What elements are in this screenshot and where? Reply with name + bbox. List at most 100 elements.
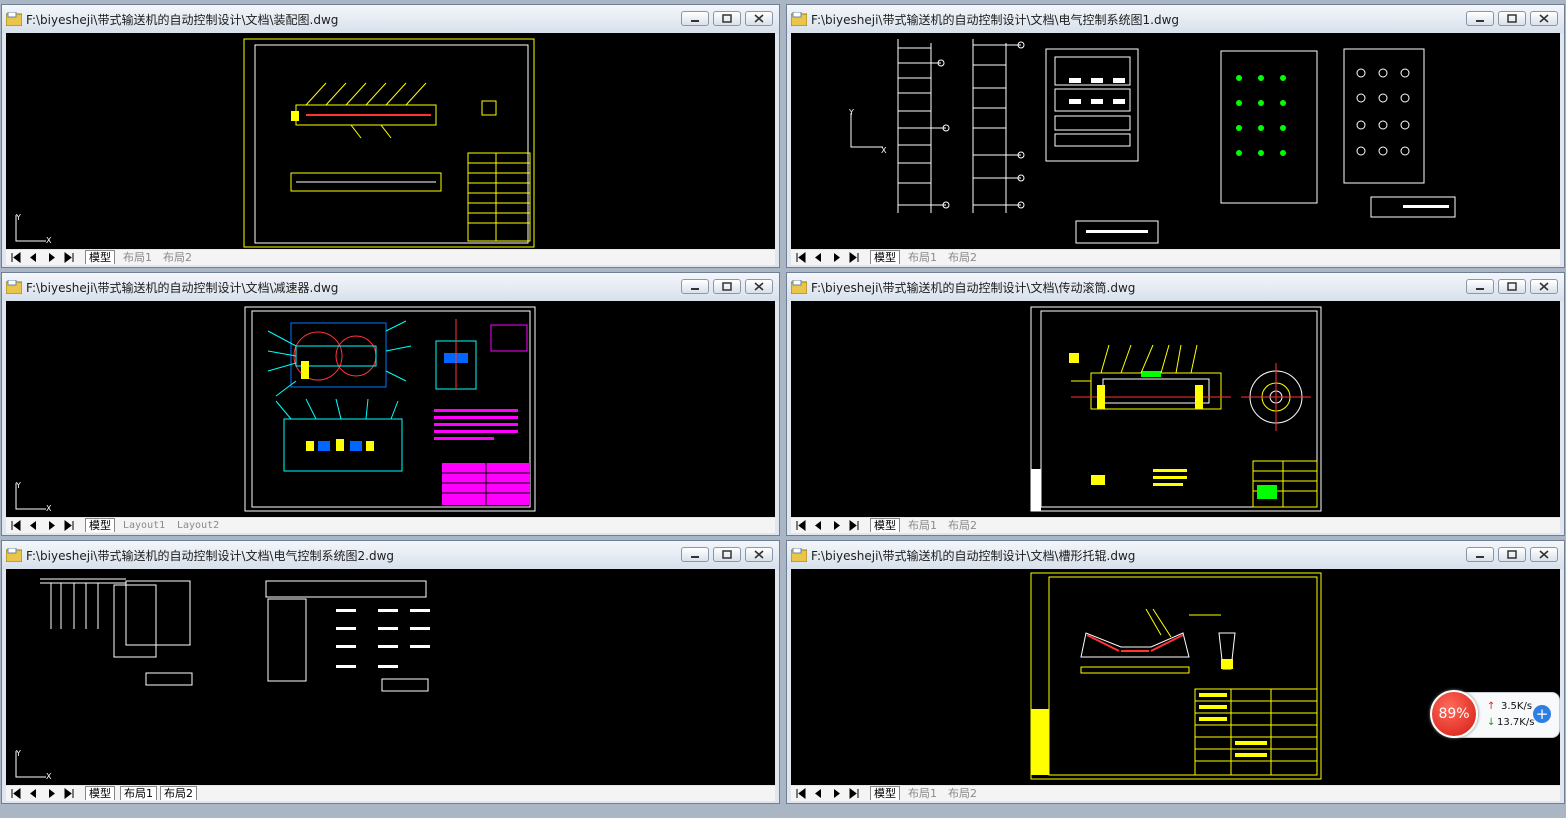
layout-tab-bar: 模型 布局1 布局2	[791, 518, 1560, 533]
drawing-canvas[interactable]	[791, 569, 1560, 785]
close-icon	[754, 550, 764, 559]
ucs-y-label: Y	[15, 749, 21, 758]
first-tab-icon[interactable]	[8, 519, 23, 532]
close-icon	[754, 282, 764, 291]
drawing-window-electrical-2[interactable]: F:\biyesheji\带式输送机的自动控制设计\文档\电气控制系统图2.dw…	[1, 540, 780, 804]
window-titlebar[interactable]: F:\biyesheji\带式输送机的自动控制设计\文档\电气控制系统图2.dw…	[2, 541, 779, 569]
window-titlebar[interactable]: F:\biyesheji\带式输送机的自动控制设计\文档\装配图.dwg	[2, 5, 779, 33]
tab-layout1[interactable]: Layout1	[120, 519, 168, 532]
minimize-button[interactable]	[681, 11, 709, 26]
window-title: F:\biyesheji\带式输送机的自动控制设计\文档\电气控制系统图1.dw…	[811, 13, 1180, 27]
ucs-icon: YX	[15, 213, 52, 245]
minimize-button[interactable]	[1466, 279, 1494, 294]
tab-layout2[interactable]: 布局2	[945, 519, 980, 532]
window-titlebar[interactable]: F:\biyesheji\带式输送机的自动控制设计\文档\传动滚筒.dwg	[787, 273, 1564, 301]
first-tab-icon[interactable]	[8, 787, 23, 800]
first-tab-icon[interactable]	[793, 787, 808, 800]
restore-button[interactable]	[713, 547, 741, 562]
drawing-window-assembly[interactable]: F:\biyesheji\带式输送机的自动控制设计\文档\装配图.dwg YX …	[1, 4, 780, 268]
drawing-sheet	[1030, 306, 1322, 512]
tab-layout2[interactable]: 布局2	[160, 251, 195, 264]
upload-speed: 3.5K/s	[1501, 701, 1533, 712]
next-tab-icon[interactable]	[44, 519, 59, 532]
tab-layout1[interactable]: 布局1	[120, 786, 157, 800]
prev-tab-icon[interactable]	[811, 519, 826, 532]
window-title: F:\biyesheji\带式输送机的自动控制设计\文档\减速器.dwg	[26, 281, 339, 295]
next-tab-icon[interactable]	[829, 787, 844, 800]
restore-button[interactable]	[1498, 547, 1526, 562]
last-tab-icon[interactable]	[62, 251, 77, 264]
minimize-button[interactable]	[681, 279, 709, 294]
window-titlebar[interactable]: F:\biyesheji\带式输送机的自动控制设计\文档\槽形托辊.dwg	[787, 541, 1564, 569]
prev-tab-icon[interactable]	[26, 787, 41, 800]
drawing-window-electrical-1[interactable]: F:\biyesheji\带式输送机的自动控制设计\文档\电气控制系统图1.dw…	[786, 4, 1565, 268]
last-tab-icon[interactable]	[847, 787, 862, 800]
close-button[interactable]	[1530, 547, 1558, 562]
layout-tab-bar: 模型 布局1 布局2	[6, 786, 775, 801]
drawing-canvas[interactable]: YX	[6, 569, 775, 785]
restore-button[interactable]	[1498, 11, 1526, 26]
tab-model[interactable]: 模型	[85, 786, 115, 800]
tab-layout2[interactable]: 布局2	[945, 787, 980, 800]
tab-model[interactable]: 模型	[85, 518, 115, 532]
restore-button[interactable]	[713, 11, 741, 26]
ucs-x-label: X	[46, 236, 52, 245]
last-tab-icon[interactable]	[62, 787, 77, 800]
tab-layout1[interactable]: 布局1	[905, 519, 940, 532]
last-tab-icon[interactable]	[847, 519, 862, 532]
prev-tab-icon[interactable]	[26, 519, 41, 532]
drawing-window-drive-drum[interactable]: F:\biyesheji\带式输送机的自动控制设计\文档\传动滚筒.dwg 模型…	[786, 272, 1565, 536]
tab-layout2[interactable]: 布局2	[160, 786, 197, 800]
upload-arrow-icon: ↑	[1487, 701, 1496, 712]
tab-layout2[interactable]: 布局2	[945, 251, 980, 264]
tab-layout1[interactable]: 布局1	[905, 787, 940, 800]
window-title: F:\biyesheji\带式输送机的自动控制设计\文档\槽形托辊.dwg	[811, 549, 1136, 563]
drawing-window-reducer[interactable]: F:\biyesheji\带式输送机的自动控制设计\文档\减速器.dwg YX	[1, 272, 780, 536]
dwg-file-icon	[6, 280, 22, 294]
close-button[interactable]	[745, 279, 773, 294]
prev-tab-icon[interactable]	[811, 787, 826, 800]
close-button[interactable]	[745, 547, 773, 562]
restore-button[interactable]	[713, 279, 741, 294]
tab-layout1[interactable]: 布局1	[120, 251, 155, 264]
tab-model[interactable]: 模型	[870, 250, 900, 264]
dwg-file-icon	[791, 280, 807, 294]
last-tab-icon[interactable]	[62, 519, 77, 532]
last-tab-icon[interactable]	[847, 251, 862, 264]
tab-model[interactable]: 模型	[85, 250, 115, 264]
add-icon[interactable]: +	[1533, 705, 1551, 723]
window-titlebar[interactable]: F:\biyesheji\带式输送机的自动控制设计\文档\减速器.dwg	[2, 273, 779, 301]
drawing-canvas[interactable]: YX	[6, 33, 775, 249]
first-tab-icon[interactable]	[793, 519, 808, 532]
next-tab-icon[interactable]	[829, 519, 844, 532]
restore-icon	[722, 282, 732, 291]
drawing-canvas[interactable]: YX	[6, 301, 775, 517]
minimize-button[interactable]	[1466, 547, 1494, 562]
restore-icon	[722, 550, 732, 559]
tab-layout2[interactable]: Layout2	[174, 519, 222, 532]
close-button[interactable]	[1530, 11, 1558, 26]
minimize-button[interactable]	[681, 547, 709, 562]
next-tab-icon[interactable]	[44, 251, 59, 264]
restore-button[interactable]	[1498, 279, 1526, 294]
next-tab-icon[interactable]	[829, 251, 844, 264]
prev-tab-icon[interactable]	[26, 251, 41, 264]
minimize-button[interactable]	[1466, 11, 1494, 26]
close-button[interactable]	[745, 11, 773, 26]
drawing-canvas[interactable]: YX	[791, 33, 1560, 249]
close-button[interactable]	[1530, 279, 1558, 294]
first-tab-icon[interactable]	[8, 251, 23, 264]
drawing-window-trough-idler[interactable]: F:\biyesheji\带式输送机的自动控制设计\文档\槽形托辊.dwg 模型…	[786, 540, 1565, 804]
tab-layout1[interactable]: 布局1	[905, 251, 940, 264]
first-tab-icon[interactable]	[793, 251, 808, 264]
tab-model[interactable]: 模型	[870, 786, 900, 800]
memory-usage-ball[interactable]: 89%	[1430, 690, 1478, 738]
tab-model[interactable]: 模型	[870, 518, 900, 532]
prev-tab-icon[interactable]	[811, 251, 826, 264]
next-tab-icon[interactable]	[44, 787, 59, 800]
window-titlebar[interactable]: F:\biyesheji\带式输送机的自动控制设计\文档\电气控制系统图1.dw…	[787, 5, 1564, 33]
drawing-canvas[interactable]	[791, 301, 1560, 517]
window-title: F:\biyesheji\带式输送机的自动控制设计\文档\电气控制系统图2.dw…	[26, 549, 395, 563]
window-title: F:\biyesheji\带式输送机的自动控制设计\文档\传动滚筒.dwg	[811, 281, 1136, 295]
minimize-icon	[1476, 288, 1484, 290]
